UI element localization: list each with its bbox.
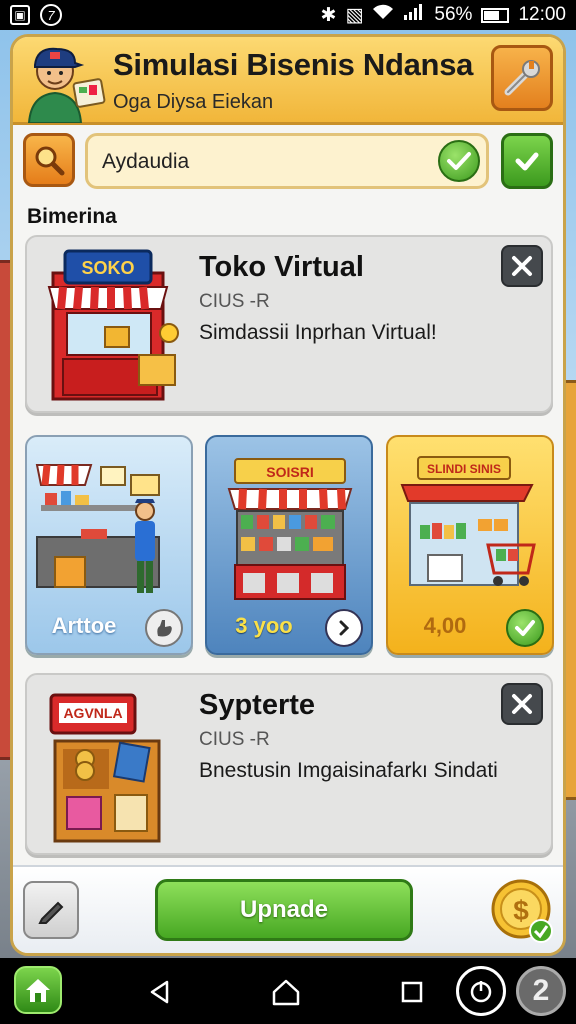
market-stall-illustration <box>35 464 160 593</box>
tools-button[interactable] <box>491 45 553 111</box>
grocery-store-illustration: SOISRI <box>227 458 353 600</box>
tile-confirm-button[interactable] <box>506 609 544 647</box>
section-label: Bimerina <box>27 205 117 228</box>
tile-mini-market[interactable]: SLINDI SINIS 4,00 <box>386 435 554 655</box>
card-title: Toko Virtual <box>199 251 364 283</box>
market-sign-text: SLINDI SINIS <box>427 462 501 476</box>
notification-badge[interactable]: 2 <box>516 966 566 1016</box>
tile-action-button[interactable] <box>145 609 183 647</box>
coin-icon[interactable]: $ <box>489 875 557 947</box>
tile-next-button[interactable] <box>325 609 363 647</box>
hand-icon <box>157 620 172 637</box>
close-icon <box>512 694 532 714</box>
bottom-toolbar: Upnade $ <box>13 865 563 953</box>
tile-label: 4,00 <box>423 613 467 638</box>
home-icon <box>26 979 50 1002</box>
bluetooth-icon: ✱ <box>320 4 337 26</box>
status-bar: ▣ 7 ✱ ▧ 56% 12:00 <box>0 0 576 30</box>
tile-market-stall[interactable]: Arttoe <box>25 435 193 655</box>
home-outline-icon <box>272 979 300 1006</box>
tile-label: 3 yoo <box>235 613 293 638</box>
mini-market-illustration: SLINDI SINIS <box>400 456 536 586</box>
edit-button[interactable] <box>23 881 79 939</box>
pen-icon <box>38 901 64 924</box>
kiosk-illustration: AGVNLA <box>49 693 161 843</box>
check-arrow-icon <box>515 152 539 171</box>
timer-button[interactable] <box>456 966 506 1016</box>
business-tiles: Arttoe SOISRI 3 yoo SLINDI SINIS 4,00 <box>25 435 555 655</box>
back-button[interactable] <box>140 972 180 1012</box>
tile-grocery-store[interactable]: SOISRI 3 yoo <box>205 435 373 655</box>
shop-stall-illustration: SOKO <box>47 249 179 401</box>
checkmark-icon <box>515 620 535 636</box>
battery-icon <box>481 7 510 23</box>
gallery-icon: ▣ <box>10 5 30 25</box>
close-button[interactable] <box>501 245 543 287</box>
close-icon <box>512 256 532 276</box>
tile-label: Arttoe <box>51 613 117 638</box>
search-input[interactable] <box>102 146 422 178</box>
search-row <box>23 133 553 189</box>
business-card-supply[interactable]: AGVNLA Sypterte CIUS -R Bnestusin Imgais… <box>25 673 553 855</box>
main-panel: Simulasi Bisenis Ndansa Oga Diysa Eiekan <box>10 34 566 956</box>
battery-percent: 56% <box>434 4 473 25</box>
confirm-button[interactable] <box>501 133 553 189</box>
recents-button[interactable] <box>392 972 432 1012</box>
nfc-icon: ▧ <box>345 4 364 26</box>
chevron-right-icon <box>339 620 350 636</box>
clock: 12:00 <box>518 4 566 25</box>
wrench-icon <box>504 60 540 96</box>
avatar <box>27 47 106 123</box>
card-description: Simdassii Inprhan Virtual! <box>199 321 437 344</box>
back-triangle-icon <box>150 980 169 1004</box>
app-home-button[interactable] <box>14 966 62 1014</box>
power-icon <box>470 981 492 1003</box>
kiosk-sign-text: AGVNLA <box>63 705 122 721</box>
app-header: Simulasi Bisenis Ndansa Oga Diysa Eiekan <box>13 37 563 125</box>
page-title: Simulasi Bisenis Ndansa <box>113 47 474 82</box>
business-card-virtual-store[interactable]: SOKO Toko Virtual CIUS -R Simdassii Inpr… <box>25 235 553 413</box>
search-button[interactable] <box>23 133 75 187</box>
card-title: Sypterte <box>199 689 316 721</box>
system-nav-bar: 2 <box>0 958 576 1024</box>
card-code: CIUS -R <box>199 291 270 312</box>
signal-icon <box>403 4 425 26</box>
notification-icon: 7 <box>40 4 62 26</box>
wifi-icon <box>372 4 394 26</box>
search-icon <box>35 146 65 176</box>
shop-sign-text: SOKO <box>81 258 134 278</box>
card-description: Bnestusin Imgaisinafarkı Sindati <box>199 759 498 782</box>
recents-square-icon <box>401 981 423 1003</box>
search-field <box>85 133 489 189</box>
upgrade-button[interactable]: Upnade <box>155 879 413 941</box>
page-subtitle: Oga Diysa Eiekan <box>113 91 274 113</box>
card-code: CIUS -R <box>199 729 270 750</box>
home-button[interactable] <box>266 972 306 1012</box>
svg-text:$: $ <box>513 895 529 926</box>
close-button[interactable] <box>501 683 543 725</box>
checkmark-icon[interactable] <box>438 140 480 182</box>
store-sign-text: SOISRI <box>266 464 313 480</box>
